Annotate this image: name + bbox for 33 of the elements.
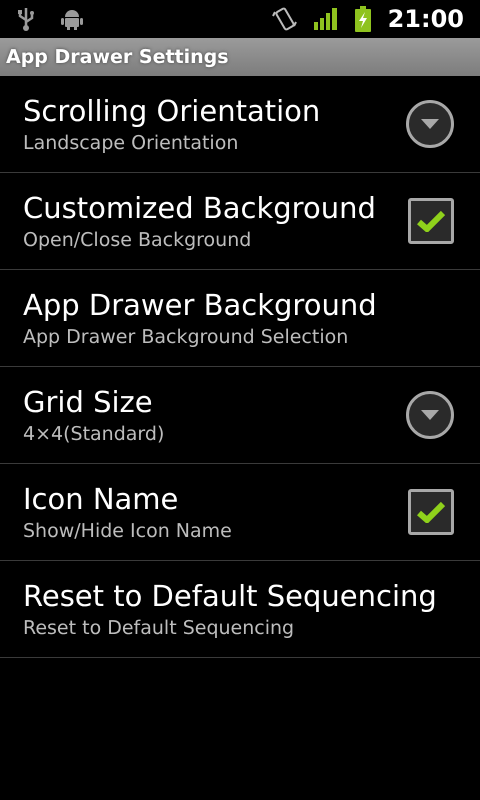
dropdown-button[interactable] bbox=[406, 100, 454, 148]
setting-title: Grid Size bbox=[23, 384, 154, 421]
setting-summary: Open/Close Background bbox=[23, 228, 252, 253]
setting-title: Customized Background bbox=[23, 190, 377, 227]
setting-summary: App Drawer Background Selection bbox=[23, 325, 350, 350]
settings-row[interactable]: Icon Name Show/Hide Icon Name bbox=[0, 464, 480, 561]
dropdown-button[interactable] bbox=[406, 391, 454, 439]
setting-summary: 4×4(Standard) bbox=[23, 422, 166, 447]
check-icon bbox=[417, 210, 445, 232]
signal-icon bbox=[314, 8, 338, 30]
checkbox[interactable] bbox=[408, 198, 454, 244]
setting-summary: Show/Hide Icon Name bbox=[23, 519, 233, 544]
vibrate-icon bbox=[272, 6, 298, 32]
settings-row[interactable]: Grid Size 4×4(Standard) bbox=[0, 367, 480, 464]
clock-time: 21:00 bbox=[388, 4, 464, 35]
setting-title: Icon Name bbox=[23, 481, 180, 518]
usb-icon bbox=[16, 6, 36, 32]
settings-row[interactable]: Customized Background Open/Close Background bbox=[0, 173, 480, 270]
caret-icon bbox=[421, 410, 439, 420]
setting-summary: Landscape Orientation bbox=[23, 131, 240, 156]
setting-title: Scrolling Orientation bbox=[23, 93, 322, 130]
setting-title: Reset to Default Sequencing bbox=[23, 578, 438, 615]
setting-title: App Drawer Background bbox=[23, 287, 378, 324]
caret-icon bbox=[421, 119, 439, 129]
screen-title: App Drawer Settings bbox=[6, 44, 229, 70]
check-icon bbox=[417, 501, 445, 523]
settings-row[interactable]: Scrolling Orientation Landscape Orientation bbox=[0, 76, 480, 173]
battery-charging-icon bbox=[354, 6, 372, 32]
settings-row[interactable]: Reset to Default Sequencing Reset to Default Sequencing bbox=[0, 561, 480, 658]
android-icon bbox=[60, 7, 84, 31]
checkbox[interactable] bbox=[408, 489, 454, 535]
setting-summary: Reset to Default Sequencing bbox=[23, 616, 296, 641]
settings-row[interactable]: App Drawer Background App Drawer Background Selection bbox=[0, 270, 480, 367]
